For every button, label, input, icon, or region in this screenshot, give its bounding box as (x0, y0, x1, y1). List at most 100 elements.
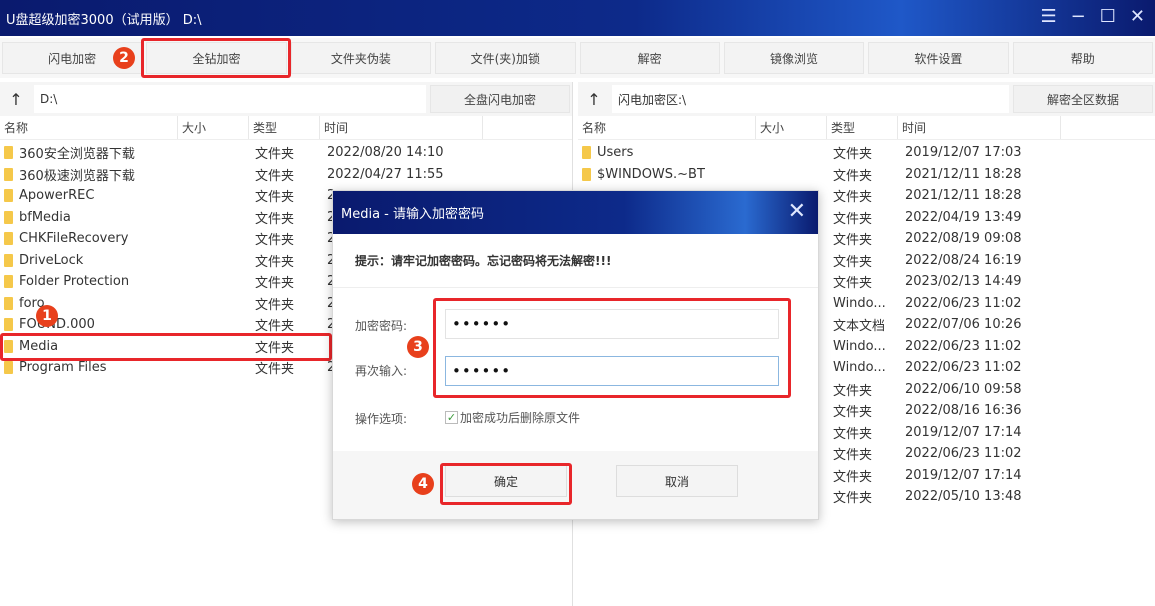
file-name: 360极速浏览器下载 (19, 168, 135, 184)
highlight-full-encrypt (141, 38, 291, 78)
delete-original-option[interactable]: ✓ 加密成功后删除原文件 (445, 409, 580, 426)
file-time: 2022/04/27 11:55 (327, 166, 444, 182)
file-name-cell: Users (578, 145, 829, 160)
file-type: 文件夹 (833, 147, 873, 163)
file-type: 文件夹 (255, 233, 295, 249)
cancel-button[interactable]: 取消 (616, 465, 738, 497)
file-row[interactable]: $WINDOWS.~BT 文件夹 2021/12/11 18:28 (578, 164, 1155, 186)
maximize-icon[interactable]: ☐ (1100, 6, 1116, 27)
file-name-cell: $WINDOWS.~BT (578, 167, 829, 182)
right-path-input[interactable]: 闪电加密区:\ (612, 85, 1009, 113)
up-arrow-icon[interactable]: ↑ (2, 85, 30, 113)
file-time: 2022/05/10 13:48 (905, 489, 1022, 505)
file-time: 2019/12/07 17:03 (905, 145, 1022, 161)
file-time: 2022/07/06 10:26 (905, 317, 1022, 333)
file-row[interactable]: 360安全浏览器下载 文件夹 2022/08/20 14:10 (0, 142, 572, 164)
folder-icon (4, 167, 13, 181)
folder-icon (4, 232, 13, 246)
minimize-icon[interactable]: − (1071, 6, 1086, 27)
checkbox-checked-icon[interactable]: ✓ (445, 411, 458, 424)
col-type[interactable]: 类型 (249, 116, 320, 139)
folder-icon (582, 167, 591, 181)
col-size[interactable]: 大小 (756, 116, 827, 139)
dialog-close-icon[interactable]: ✕ (788, 199, 806, 224)
file-time: 2023/02/13 14:49 (905, 274, 1022, 290)
close-icon[interactable]: ✕ (1130, 6, 1145, 27)
file-type: 文件夹 (833, 190, 873, 206)
file-name: CHKFileRecovery (19, 231, 129, 247)
file-name: Folder Protection (19, 274, 130, 290)
file-row[interactable]: Users 文件夹 2019/12/07 17:03 (578, 142, 1155, 164)
file-lock-button[interactable]: 文件(夹)加锁 (435, 42, 576, 74)
file-type: 文件夹 (833, 254, 873, 270)
folder-icon (4, 275, 13, 289)
up-arrow-icon[interactable]: ↑ (580, 85, 608, 113)
left-path-input[interactable]: D:\ (34, 85, 426, 113)
file-type: 文件夹 (833, 233, 873, 249)
dialog-tip: 提示：请牢记加密密码。忘记密码将无法解密!!! (333, 234, 818, 288)
file-type: Windo... (833, 338, 886, 354)
file-type: 文件夹 (833, 211, 873, 227)
file-name: bfMedia (19, 209, 71, 225)
file-time: 2022/08/20 14:10 (327, 145, 444, 161)
file-type: 文件夹 (255, 168, 295, 184)
step-badge-4: 4 (412, 473, 434, 495)
menu-icon[interactable]: ☰ (1041, 6, 1057, 27)
folder-icon (4, 318, 13, 332)
file-type: Windo... (833, 360, 886, 376)
file-time: 2021/12/11 18:28 (905, 188, 1022, 204)
folder-icon (4, 189, 13, 203)
file-name: $WINDOWS.~BT (597, 166, 705, 182)
options-label: 操作选项: (355, 412, 408, 426)
col-name[interactable]: 名称 (0, 116, 178, 139)
full-disk-flash-encrypt-button[interactable]: 全盘闪电加密 (430, 85, 570, 113)
file-type: 文件夹 (255, 276, 295, 292)
folder-disguise-button[interactable]: 文件夹伪装 (290, 42, 432, 74)
step-badge-1: 1 (36, 305, 58, 327)
file-type: 文件夹 (833, 448, 873, 464)
file-row[interactable]: 360极速浏览器下载 文件夹 2022/04/27 11:55 (0, 164, 572, 186)
file-time: 2019/12/07 17:14 (905, 467, 1022, 483)
highlight-media-row (0, 333, 332, 361)
file-name-cell: ApowerREC (0, 188, 251, 203)
col-time[interactable]: 时间 (320, 116, 483, 139)
highlight-ok-button (440, 463, 572, 505)
file-name-cell: 360极速浏览器下载 (0, 165, 251, 184)
folder-icon (582, 146, 591, 160)
help-button[interactable]: 帮助 (1012, 42, 1153, 74)
step-badge-3: 3 (407, 336, 429, 358)
file-time: 2022/06/23 11:02 (905, 360, 1022, 376)
file-time: 2021/12/11 18:28 (905, 166, 1022, 182)
file-name-cell: Program Files (0, 360, 251, 375)
file-type: 文件夹 (255, 297, 295, 313)
folder-icon (4, 253, 13, 267)
file-name-cell: Folder Protection (0, 274, 251, 289)
col-name[interactable]: 名称 (578, 116, 756, 139)
file-time: 2022/06/10 09:58 (905, 381, 1022, 397)
left-column-header: 名称 大小 类型 时间 (0, 116, 572, 140)
highlight-password-fields (433, 298, 791, 398)
file-type: 文件夹 (255, 211, 295, 227)
file-type: 文件夹 (255, 254, 295, 270)
file-type: 文件夹 (255, 147, 295, 163)
decrypt-all-button[interactable]: 解密全区数据 (1013, 85, 1153, 113)
confirm-label: 再次输入: (355, 364, 408, 378)
file-time: 2022/06/23 11:02 (905, 338, 1022, 354)
file-time: 2022/06/23 11:02 (905, 295, 1022, 311)
file-name-cell: 360安全浏览器下载 (0, 143, 251, 162)
file-type: 文本文档 (833, 319, 886, 335)
file-name-cell: DriveLock (0, 253, 251, 268)
file-name: DriveLock (19, 252, 84, 268)
col-time[interactable]: 时间 (898, 116, 1061, 139)
col-type[interactable]: 类型 (827, 116, 898, 139)
title-bar: U盘超级加密3000（试用版） D:\ ☰ − ☐ ✕ (0, 0, 1155, 36)
file-type: 文件夹 (255, 319, 295, 335)
dialog-title: Media - 请输入加密密码 (341, 207, 485, 222)
mirror-browse-button[interactable]: 镜像浏览 (723, 42, 865, 74)
file-time: 2022/06/23 11:02 (905, 446, 1022, 462)
decrypt-button[interactable]: 解密 (579, 42, 720, 74)
settings-button[interactable]: 软件设置 (868, 42, 1009, 74)
folder-icon (4, 296, 13, 310)
folder-icon (4, 361, 13, 375)
col-size[interactable]: 大小 (178, 116, 249, 139)
